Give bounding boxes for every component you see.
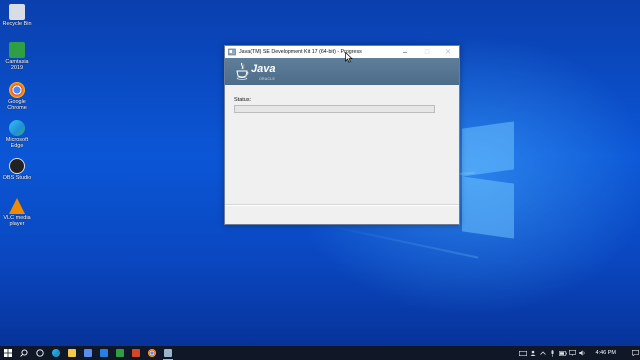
taskbar-camtasia[interactable] [112, 346, 128, 360]
task-view-button[interactable] [32, 346, 48, 360]
desktop-icon-vlc[interactable]: VLC media player [2, 198, 32, 227]
chrome-icon [9, 82, 25, 98]
desktop-icon-recycle-bin[interactable]: Recycle Bin [2, 4, 32, 27]
java-wordmark: Java [251, 63, 276, 75]
desktop-icon-obs[interactable]: OBS Studio [2, 158, 32, 181]
taskbar-mail[interactable] [96, 346, 112, 360]
mouse-cursor-icon [345, 52, 353, 63]
search-icon [20, 349, 28, 357]
java-installer-icon [164, 349, 172, 357]
desktop-icon-label: Recycle Bin [2, 21, 32, 27]
microphone-icon[interactable] [548, 346, 558, 360]
minimize-button[interactable]: – [395, 46, 415, 58]
java-banner: Java ORACLE [225, 58, 459, 85]
taskbar-clock[interactable]: 4:46 PM [596, 350, 616, 356]
notifications-icon[interactable] [630, 346, 640, 360]
desktop-icon-camtasia[interactable]: Camtasia 2019 [2, 42, 32, 71]
recycle-bin-icon [9, 4, 25, 20]
oracle-wordmark: ORACLE [259, 77, 276, 81]
volume-icon[interactable] [578, 346, 588, 360]
desktop-icon-label: OBS Studio [2, 175, 32, 181]
java-cup-icon [236, 62, 249, 80]
taskbar-powerpoint[interactable] [128, 346, 144, 360]
light-ray [321, 223, 479, 259]
edge-icon [52, 349, 60, 357]
windows-logo-pane [462, 121, 514, 177]
taskbar: 4:46 PM [0, 346, 640, 360]
status-label: Status: [234, 97, 252, 103]
store-icon [84, 349, 92, 357]
window-title: Java(TM) SE Development Kit 17 (64-bit) … [239, 49, 362, 55]
camtasia-icon [9, 42, 25, 58]
desktop-icon-chrome[interactable]: Google Chrome [2, 82, 32, 111]
taskbar-file-explorer[interactable] [64, 346, 80, 360]
vlc-icon [9, 198, 25, 214]
start-icon [4, 349, 12, 357]
desktop-icon-label: Microsoft Edge [5, 137, 29, 149]
desktop-icon-label: VLC media player [3, 215, 31, 227]
camtasia-icon [116, 349, 124, 357]
keyboard-icon[interactable] [518, 346, 528, 360]
maximize-button[interactable]: □ [417, 46, 437, 58]
progress-bar [234, 105, 435, 113]
file-explorer-icon [68, 349, 76, 357]
footer-divider [225, 205, 459, 206]
people-icon[interactable] [528, 346, 538, 360]
taskbar-java-installer[interactable] [160, 346, 176, 360]
taskbar-store[interactable] [80, 346, 96, 360]
windows-logo-pane [462, 176, 514, 239]
powerpoint-icon [132, 349, 140, 357]
mail-icon [100, 349, 108, 357]
taskbar-chrome[interactable] [144, 346, 160, 360]
close-button[interactable]: ✕ [438, 46, 458, 58]
desktop-icon-edge[interactable]: Microsoft Edge [2, 120, 32, 149]
start-button[interactable] [0, 346, 16, 360]
desktop-icon-label: Camtasia 2019 [5, 59, 29, 71]
chevron-up-icon[interactable] [538, 346, 548, 360]
installer-window: Java(TM) SE Development Kit 17 (64-bit) … [224, 45, 460, 225]
taskbar-edge[interactable] [48, 346, 64, 360]
window-titlebar[interactable]: Java(TM) SE Development Kit 17 (64-bit) … [225, 46, 459, 58]
system-tray: 4:46 PM [518, 346, 640, 360]
desktop: Recycle Bin Camtasia 2019 Google Chrome … [0, 0, 640, 346]
desktop-icon-label: Google Chrome [7, 99, 27, 111]
search-button[interactable] [16, 346, 32, 360]
installer-app-icon [228, 48, 236, 56]
network-icon[interactable] [568, 346, 578, 360]
edge-icon [9, 120, 25, 136]
task-view-icon [36, 349, 44, 357]
chrome-icon [148, 349, 156, 357]
battery-icon[interactable] [558, 346, 568, 360]
obs-icon [9, 158, 25, 174]
